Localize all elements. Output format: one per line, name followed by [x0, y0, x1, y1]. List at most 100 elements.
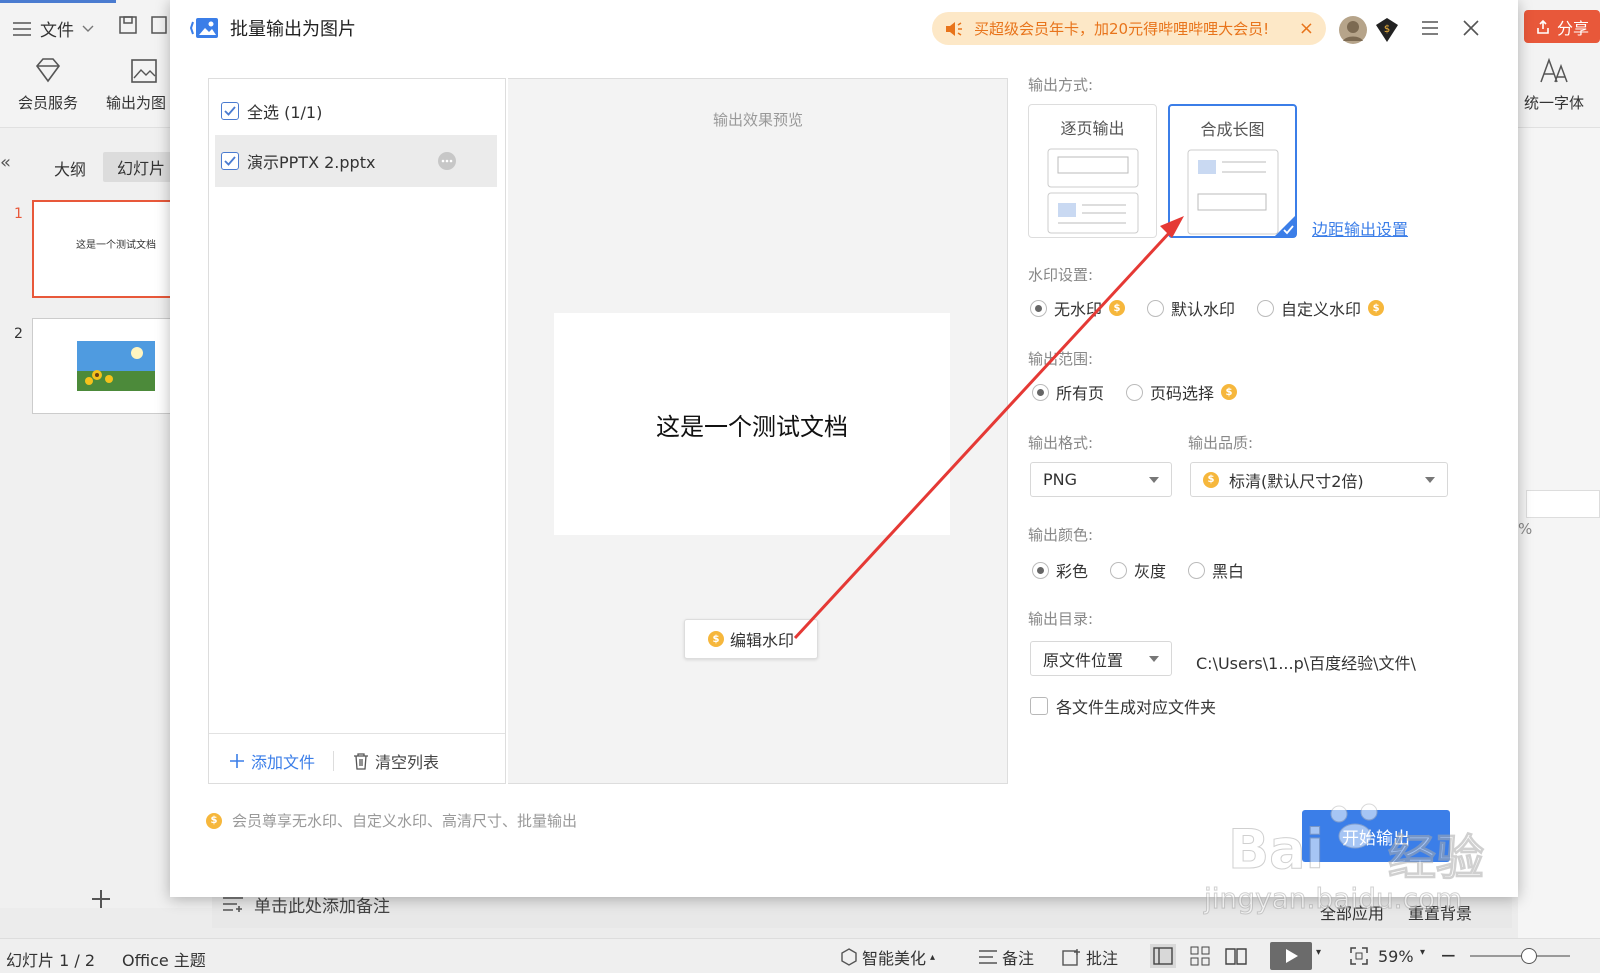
slide-number: 1 — [14, 206, 23, 222]
radio-button[interactable] — [1032, 561, 1049, 579]
member-badge-icon[interactable]: $ — [1374, 17, 1400, 43]
radio-button[interactable] — [1110, 561, 1128, 579]
export-dialog: 批量输出为图片 买超级会员年卡，加20元得哔哩哔哩大会员! × $ 全选 (1/… — [170, 0, 1518, 897]
zoom-level[interactable]: 59% — [1378, 947, 1414, 966]
radio-button[interactable] — [1257, 299, 1275, 317]
zoom-slider[interactable] — [1470, 948, 1570, 964]
zoom-slider-thumb[interactable] — [1521, 948, 1537, 964]
slide-count: 幻灯片 1 / 2 — [6, 951, 96, 970]
add-slide-icon[interactable] — [90, 888, 112, 910]
slide-number: 2 — [14, 326, 23, 342]
fit-window-icon[interactable] — [1348, 945, 1370, 967]
grid-view-icon[interactable] — [1188, 944, 1212, 968]
radio-label: 黑白 — [1212, 562, 1245, 581]
radio-button[interactable] — [1032, 383, 1049, 401]
per-file-folder[interactable]: 各文件生成对应文件夹 — [1030, 694, 1216, 718]
start-export-button[interactable]: 开始输出 — [1302, 810, 1450, 862]
radio-button[interactable] — [1147, 299, 1165, 317]
color-option-bw[interactable]: 黑白 — [1188, 558, 1244, 582]
play-icon[interactable] — [1270, 942, 1312, 970]
add-file-button[interactable]: 添加文件 — [229, 741, 315, 781]
export-image-label: 输出为图 — [106, 94, 167, 112]
normal-view-icon[interactable] — [1150, 944, 1176, 968]
play-dropdown-icon[interactable]: ▾ — [1316, 947, 1321, 958]
watermark-option-custom[interactable]: 自定义水印 $ — [1257, 296, 1385, 320]
plus-icon — [230, 754, 244, 768]
color-option-full[interactable]: 彩色 — [1032, 558, 1088, 582]
sunflower-image — [77, 341, 155, 391]
range-label: 输出范围: — [1028, 350, 1094, 368]
radio-button[interactable] — [1188, 561, 1206, 579]
range-option-select[interactable]: 页码选择 $ — [1126, 380, 1238, 404]
color-option-gray[interactable]: 灰度 — [1110, 558, 1166, 582]
promo-close-icon[interactable]: × — [1299, 18, 1314, 39]
radio-label: 自定义水印 — [1281, 300, 1362, 319]
file-row[interactable]: 演示PPTX 2.pptx — [215, 135, 497, 187]
mode-option-per-page[interactable]: 逐页输出 — [1028, 104, 1157, 238]
caret-up-icon: ▴ — [930, 951, 936, 963]
directory-select[interactable]: 原文件位置 — [1030, 641, 1172, 676]
slide-thumbnail-1[interactable]: 这是一个测试文档 — [32, 200, 182, 298]
font-icon — [1540, 57, 1568, 83]
preview-slide-text: 这是一个测试文档 — [656, 412, 848, 441]
file-checkbox[interactable] — [221, 152, 239, 170]
slide-thumbnail-text: 这是一个测试文档 — [76, 240, 156, 251]
select-all[interactable]: 全选 (1/1) — [221, 99, 322, 123]
file-menu[interactable]: 文件 — [12, 16, 94, 41]
menu-icon[interactable] — [1420, 20, 1440, 36]
dialog-header: 批量输出为图片 — [190, 14, 356, 42]
reset-background-button[interactable]: 重置背景 — [1408, 900, 1472, 924]
slide-thumbnail-2[interactable] — [32, 318, 182, 414]
file-list-panel: 全选 (1/1) 演示PPTX 2.pptx 添加文件 清空列表 — [208, 78, 506, 784]
more-options-icon[interactable] — [437, 151, 457, 171]
watermark-option-none[interactable]: 无水印 $ — [1030, 296, 1126, 320]
radio-label: 默认水印 — [1171, 300, 1236, 319]
export-image-button[interactable]: 输出为图 — [106, 56, 172, 113]
close-icon[interactable] — [1462, 19, 1480, 37]
directory-path[interactable]: C:\Users\1...p\百度经验\文件\ — [1196, 650, 1416, 674]
tab-outline[interactable]: 大纲 — [54, 156, 86, 180]
theme-name[interactable]: Office 主题 — [122, 947, 206, 971]
coin-icon: $ — [1368, 300, 1385, 316]
zoom-dropdown-icon[interactable]: ▾ — [1420, 947, 1425, 958]
smart-beautify-button[interactable]: 智能美化 ▴ — [840, 945, 935, 969]
output-mode-label: 输出方式: — [1028, 76, 1094, 94]
select-all-label: 全选 (1/1) — [247, 103, 323, 122]
tab-slides[interactable]: 幻灯片 — [103, 152, 180, 182]
promo-text: 买超级会员年卡，加20元得哔哩哔哩大会员! — [974, 20, 1270, 38]
notes-toggle[interactable]: 备注 — [978, 945, 1034, 969]
comment-button[interactable]: 批注 — [1062, 945, 1118, 969]
member-service-button[interactable]: 会员服务 — [8, 56, 88, 113]
quality-select[interactable]: $ 标清(默认尺寸2倍) — [1190, 462, 1448, 497]
radio-button[interactable] — [1030, 299, 1047, 317]
reading-view-icon[interactable] — [1224, 944, 1248, 968]
share-button[interactable]: 分享 — [1524, 10, 1600, 43]
selected-check-icon — [1274, 215, 1296, 237]
quality-label: 输出品质: — [1188, 434, 1254, 452]
watermark-option-default[interactable]: 默认水印 — [1147, 296, 1235, 320]
format-select[interactable]: PNG — [1030, 462, 1172, 497]
range-option-all[interactable]: 所有页 — [1032, 380, 1104, 404]
collapse-pane-icon[interactable]: « — [0, 152, 11, 173]
unify-font-button[interactable]: 统一字体 — [1524, 56, 1600, 113]
radio-label: 所有页 — [1056, 384, 1105, 403]
avatar[interactable] — [1338, 15, 1368, 45]
promo-banner[interactable]: 买超级会员年卡，加20元得哔哩哔哩大会员! × — [932, 12, 1326, 45]
select-all-checkbox[interactable] — [221, 102, 239, 120]
radio-button[interactable] — [1126, 383, 1144, 401]
margin-settings-link[interactable]: 边距输出设置 — [1312, 216, 1408, 240]
image-export-icon — [131, 59, 157, 83]
value-field[interactable] — [1526, 490, 1600, 518]
clear-list-button[interactable]: 清空列表 — [353, 741, 439, 781]
zoom-out-icon[interactable]: − — [1440, 943, 1457, 967]
mode-option-long-image[interactable]: 合成长图 — [1168, 104, 1297, 238]
per-file-folder-label: 各文件生成对应文件夹 — [1056, 698, 1217, 717]
per-file-folder-checkbox[interactable] — [1030, 697, 1048, 715]
save-icon[interactable] — [118, 15, 138, 35]
edit-watermark-button[interactable]: $ 编辑水印 — [684, 619, 818, 659]
dialog-title: 批量输出为图片 — [230, 19, 356, 40]
apply-all-button[interactable]: 全部应用 — [1320, 900, 1384, 924]
export-icon[interactable] — [150, 15, 168, 35]
start-export-label: 开始输出 — [1342, 828, 1410, 849]
hamburger-icon — [13, 21, 31, 36]
